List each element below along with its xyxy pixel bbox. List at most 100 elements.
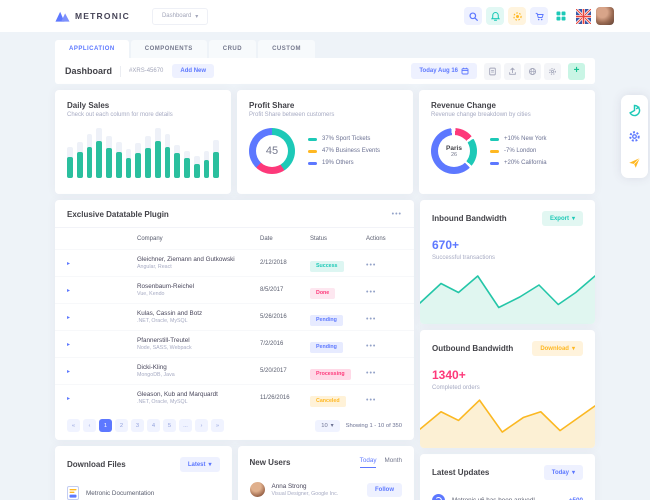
table-row[interactable]: ▸Kulas, Cassin and Botz.NET, Oracle, MyS… [55, 303, 414, 330]
status-badge: Success [310, 261, 344, 272]
sales-bar [135, 128, 141, 178]
column-date[interactable]: Date [260, 236, 310, 242]
pagination-prev-icon[interactable]: ‹ [83, 419, 96, 432]
inbound-caption: Successful transactions [432, 255, 583, 261]
column-company[interactable]: Company [137, 236, 260, 242]
today-filter-button[interactable]: Today ▾ [544, 465, 583, 480]
user-role: Visual Designer, Google Inc. [272, 491, 339, 497]
card-title: Revenue Change [431, 101, 583, 110]
pagination-page-3[interactable]: 3 [131, 419, 144, 432]
notifications-bell-icon[interactable] [486, 7, 504, 25]
card-subtitle: Revenue change breakdown by cities [431, 112, 583, 118]
tab-components[interactable]: COMPONENTS [131, 40, 207, 58]
datatable-card: Exclusive Datatable Plugin ••• Company D… [55, 200, 414, 440]
per-page-select[interactable]: 10 ▾ [315, 420, 339, 432]
tab-crud[interactable]: CRUD [209, 40, 256, 58]
more-options-icon[interactable]: ••• [392, 211, 402, 218]
table-row[interactable]: ▸Gleason, Kub and Marquardt.NET, Oracle,… [55, 384, 414, 411]
button-label: Download [540, 346, 569, 352]
card-title: Latest Updates [432, 468, 489, 477]
download-button[interactable]: Download ▾ [532, 341, 583, 356]
donut-center-city: Paris [446, 145, 462, 152]
outbound-line-chart [420, 390, 595, 448]
table-row[interactable]: ▸Gleichner, Ziemann and GutkowskiAngular… [55, 249, 414, 276]
pagination-page-5[interactable]: 5 [163, 419, 176, 432]
subheader: Dashboard #XRS-45670 Add New Today Aug 1… [55, 58, 595, 84]
tab-today[interactable]: Today [360, 457, 377, 468]
latest-filter-button[interactable]: Latest ▾ [180, 457, 220, 472]
share-upload-icon[interactable] [504, 63, 521, 80]
apps-grid-icon[interactable] [552, 7, 570, 25]
company-name: Dicki-Kling [137, 364, 260, 371]
legend-label: 19% Others [322, 160, 354, 166]
pagination-page-2[interactable]: 2 [115, 419, 128, 432]
sales-bar [174, 128, 180, 178]
column-status[interactable]: Status [310, 236, 366, 242]
pagination-page-1[interactable]: 1 [99, 419, 112, 432]
pagination-page-4[interactable]: 4 [147, 419, 160, 432]
tab-month[interactable]: Month [384, 457, 402, 468]
table-row[interactable]: ▸Pfannerstill-TreutelNode, SASS, Webpack… [55, 330, 414, 357]
cart-icon[interactable] [530, 7, 548, 25]
pagination-next-icon[interactable]: » [211, 419, 224, 432]
table-row[interactable]: ▸Rosenbaum-ReichelVue, Kendo8/5/2017Done… [55, 276, 414, 303]
row-actions-icon[interactable]: ••• [366, 289, 376, 296]
expand-row-icon[interactable]: ▸ [67, 395, 83, 402]
user-avatar[interactable] [596, 7, 614, 25]
quick-actions-toolbar [621, 95, 648, 178]
row-actions-icon[interactable]: ••• [366, 343, 376, 350]
company-tech: Angular, React [137, 264, 260, 270]
sales-bar [213, 128, 219, 178]
pagination-page-...[interactable]: ... [179, 419, 192, 432]
chevron-down-icon: ▾ [572, 469, 575, 476]
tab-custom[interactable]: CUSTOM [258, 40, 315, 58]
row-actions-icon[interactable]: ••• [366, 370, 376, 377]
legend-dash-icon [490, 150, 499, 153]
row-actions-icon[interactable]: ••• [366, 262, 376, 269]
legend-label: 37% Sport Tickets [322, 136, 370, 142]
send-plane-icon[interactable] [627, 155, 642, 170]
chevron-down-icon: ▾ [572, 345, 575, 352]
table-row[interactable]: ▸Dicki-KlingMongoDB, Java5/20/2017Proces… [55, 357, 414, 384]
dashboard-dropdown-label: Dashboard [162, 13, 191, 19]
logo-text: METRONIC [75, 11, 130, 21]
date-picker-button[interactable]: Today Aug 16 [411, 63, 477, 79]
language-flag-uk-icon[interactable] [574, 7, 592, 25]
expand-row-icon[interactable]: ▸ [67, 368, 83, 375]
settings-gear-icon[interactable] [544, 63, 561, 80]
add-button[interactable]: + [568, 63, 585, 80]
pagination-next-icon[interactable]: › [195, 419, 208, 432]
inbound-value: 670+ [432, 238, 583, 252]
row-date: 5/20/2017 [260, 368, 310, 374]
legend-item: +10% New York [490, 136, 547, 142]
company-tech: .NET, Oracle, MySQL [137, 399, 260, 405]
search-icon[interactable] [464, 7, 482, 25]
pagination-prev-icon[interactable]: « [67, 419, 80, 432]
outbound-bandwidth-card: Outbound Bandwidth Download ▾ 1340+ Comp… [420, 330, 595, 448]
settings-gear-icon[interactable] [627, 129, 642, 144]
export-button[interactable]: Export ▾ [542, 211, 583, 226]
expand-row-icon[interactable]: ▸ [67, 314, 83, 321]
quick-settings-icon[interactable] [508, 7, 526, 25]
row-actions-icon[interactable]: ••• [366, 316, 376, 323]
dashboard-dropdown[interactable]: Dashboard ▾ [152, 8, 208, 25]
expand-row-icon[interactable]: ▸ [67, 341, 83, 348]
charts-pie-icon[interactable] [627, 103, 642, 118]
tab-application[interactable]: APPLICATION [55, 40, 129, 58]
file-list-item[interactable]: Metronic Documentation [67, 486, 220, 500]
app-logo[interactable]: METRONIC [55, 10, 130, 22]
daily-sales-card: Daily Sales Check out each column for mo… [55, 90, 231, 194]
page-title: Dashboard [65, 66, 112, 76]
row-actions-icon[interactable]: ••• [366, 397, 376, 404]
follow-button[interactable]: Follow [367, 483, 402, 497]
sales-bar [145, 128, 151, 178]
expand-row-icon[interactable]: ▸ [67, 287, 83, 294]
latest-updates-card: Latest Updates Today ▾ Metronic v6 has b… [420, 454, 595, 500]
add-new-button[interactable]: Add New [172, 64, 214, 78]
report-document-icon[interactable] [484, 63, 501, 80]
card-title: New Users [250, 458, 291, 467]
revenue-change-card: Revenue Change Revenue change breakdown … [419, 90, 595, 194]
globe-icon[interactable] [524, 63, 541, 80]
legend-label: -7% London [504, 148, 536, 154]
expand-row-icon[interactable]: ▸ [67, 260, 83, 267]
